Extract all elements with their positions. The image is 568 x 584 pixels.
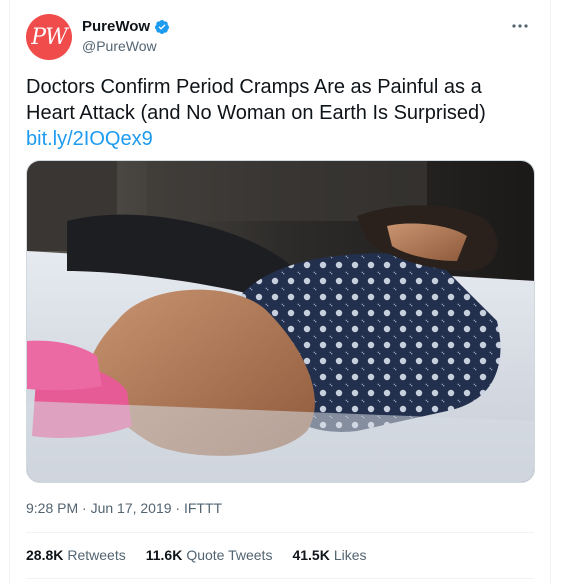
avatar-monogram: PW xyxy=(31,24,67,50)
avatar[interactable]: PW xyxy=(26,14,72,60)
more-icon[interactable] xyxy=(508,16,532,36)
likes-label: Likes xyxy=(333,547,367,563)
media-photo xyxy=(27,161,534,482)
quotes-count: 11.6K xyxy=(145,547,183,563)
tweet-header: PW PureWow @PureWow xyxy=(26,14,534,62)
tweet-card: PW PureWow @PureWow Doctors Confirm Peri… xyxy=(9,0,551,584)
quotes-stat[interactable]: 11.6K Quote Tweets xyxy=(146,547,273,563)
tweet-stats: 28.8K Retweets 11.6K Quote Tweets 41.5K Lik… xyxy=(26,547,367,563)
divider-bottom xyxy=(26,578,534,579)
retweets-count: 28.8K xyxy=(26,547,64,563)
more-dots-icon xyxy=(512,24,528,28)
account-handle[interactable]: @PureWow xyxy=(82,38,170,54)
display-name[interactable]: PureWow xyxy=(82,18,150,35)
tweet-media-image[interactable] xyxy=(26,160,535,483)
tweet-body: Doctors Confirm Period Cramps Are as Pai… xyxy=(26,76,486,124)
divider-top xyxy=(26,532,534,533)
likes-stat[interactable]: 41.5K Likes xyxy=(292,547,366,563)
quotes-label: Quote Tweets xyxy=(186,547,273,563)
retweets-label: Retweets xyxy=(67,547,126,563)
tweet-link[interactable]: bit.ly/2IOQex9 xyxy=(26,128,153,150)
account-names: PureWow @PureWow xyxy=(82,18,170,54)
tweet-text: Doctors Confirm Period Cramps Are as Pai… xyxy=(26,74,531,152)
retweets-stat[interactable]: 28.8K Retweets xyxy=(26,547,126,563)
likes-count: 41.5K xyxy=(292,547,330,563)
name-row: PureWow xyxy=(82,18,170,35)
verified-badge-icon xyxy=(155,19,170,34)
tweet-timestamp[interactable]: 9:28 PM · Jun 17, 2019 · IFTTT xyxy=(26,500,222,516)
